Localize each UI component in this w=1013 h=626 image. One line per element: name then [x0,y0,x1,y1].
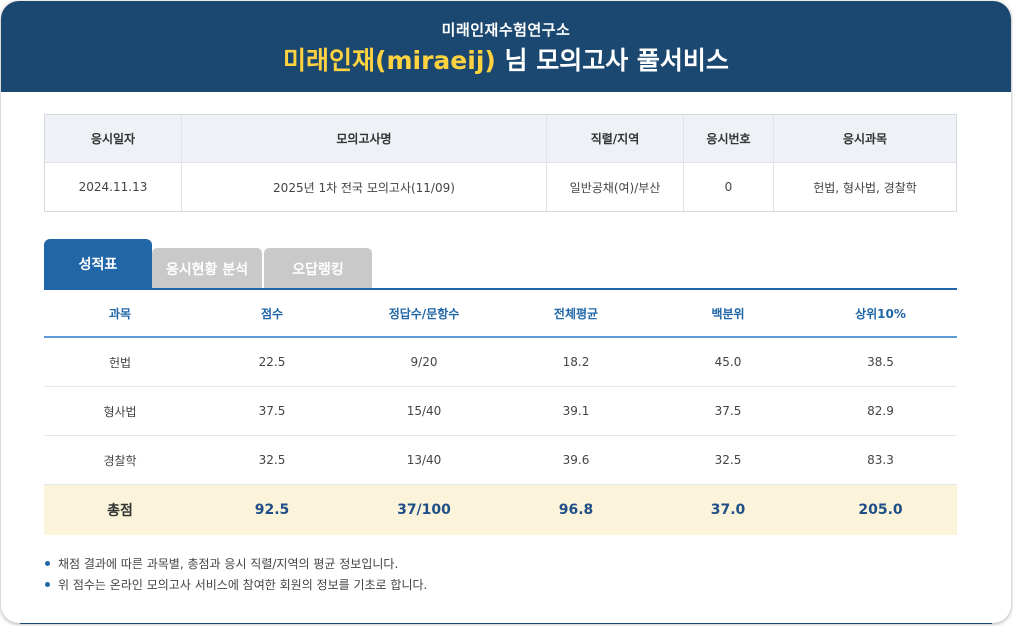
exam-info-header-row: 응시일자 모의고사명 직렬/지역 응시번호 응시과목 [45,115,956,163]
total-top-10: 205.0 [858,502,903,518]
note-text: 위 점수는 온라인 모의고사 서비스에 참여한 회원의 정보를 기초로 합니다. [58,578,428,592]
row-subject: 형사법 [103,404,137,419]
exam-date: 2024.11.13 [45,163,182,211]
header-overall-average: 전체평균 [553,306,599,321]
header-exam-number: 응시번호 [684,115,774,162]
page-header: 미래인재수험연구소 미래인재(miraeij) 님 모의고사 풀서비스 [1,1,1011,92]
row-top-10: 82.9 [867,404,894,418]
note-text: 채점 결과에 따른 과목별, 총점과 응시 직렬/지역의 평균 정보입니다. [58,557,399,571]
bottom-divider [20,623,992,624]
exam-number: 0 [684,163,774,211]
track-region: 일반공채(여)/부산 [547,163,684,211]
subjects: 헌법, 형사법, 경찰학 [813,180,917,195]
row-subject: 헌법 [108,355,132,370]
row-percentile: 37.5 [714,404,742,418]
total-score: 92.5 [254,502,290,518]
org-name: 미래인재수험연구소 [441,21,571,39]
header-percentile: 백분위 [711,306,745,321]
result-card: 미래인재수험연구소 미래인재(miraeij) 님 모의고사 풀서비스 응시일자… [1,1,1011,623]
header-top-10: 상위10% [855,306,906,321]
title-username: 미래인재(miraeij) [283,46,496,75]
header-score: 점수 [260,306,284,321]
score-header-row: 과목 점수 정답수/문항수 전체평균 백분위 상위10% [44,290,957,338]
row-correct-count: 13/40 [406,453,442,467]
note-item: 채점 결과에 따른 과목별, 총점과 응시 직렬/지역의 평균 정보입니다. [44,554,957,575]
row-overall-average: 39.6 [562,453,590,467]
row-top-10: 83.3 [867,453,894,467]
notes-list: 채점 결과에 따른 과목별, 총점과 응시 직렬/지역의 평균 정보입니다. 위… [44,554,957,596]
header-track-region: 직렬/지역 [547,115,684,162]
tab-exam-analysis[interactable]: 응시현황 분석 [152,248,262,289]
bullet-icon [45,582,50,587]
row-score: 37.5 [258,404,286,418]
header-exam-date: 응시일자 [45,115,182,162]
page-title: 미래인재(miraeij) 님 모의고사 풀서비스 [1,41,1011,77]
header-subjects: 응시과목 [842,132,888,146]
tab-scorecard[interactable]: 성적표 [44,239,152,289]
row-subject: 경찰학 [103,453,137,468]
total-percentile: 37.0 [710,502,746,518]
exam-name: 2025년 1차 전국 모의고사(11/09) [182,163,547,211]
table-row: 경찰학 32.5 13/40 39.6 32.5 83.3 [44,436,957,485]
row-score: 32.5 [258,453,286,467]
row-percentile: 32.5 [714,453,742,467]
table-row: 형사법 37.5 15/40 39.1 37.5 82.9 [44,387,957,436]
total-label: 총점 [107,503,133,519]
bullet-icon [45,561,50,566]
tab-wrong-answer-ranking[interactable]: 오답랭킹 [264,248,372,289]
header-subject: 과목 [108,306,132,321]
row-overall-average: 18.2 [562,355,590,369]
total-correct-count: 37/100 [397,502,451,518]
exam-info-table: 응시일자 모의고사명 직렬/지역 응시번호 응시과목 2024.11.13 20… [44,114,957,212]
title-service: 님 모의고사 풀서비스 [495,46,729,75]
score-table: 과목 점수 정답수/문항수 전체평균 백분위 상위10% 헌법 22.5 9/2… [44,290,957,535]
row-percentile: 45.0 [714,355,742,369]
header-correct-count: 정답수/문항수 [388,306,460,321]
row-score: 22.5 [258,355,286,369]
row-overall-average: 39.1 [562,404,590,418]
total-row: 총점 92.5 37/100 96.8 37.0 205.0 [44,485,957,535]
table-row: 헌법 22.5 9/20 18.2 45.0 38.5 [44,338,957,387]
note-item: 위 점수는 온라인 모의고사 서비스에 참여한 회원의 정보를 기초로 합니다. [44,575,957,596]
total-overall-average: 96.8 [558,502,594,518]
result-tabs: 성적표 응시현황 분석 오답랭킹 [44,239,957,291]
header-exam-name: 모의고사명 [182,115,547,162]
exam-info-value-row: 2024.11.13 2025년 1차 전국 모의고사(11/09) 일반공채(… [45,163,956,211]
row-top-10: 38.5 [867,355,894,369]
row-correct-count: 9/20 [410,355,438,369]
row-correct-count: 15/40 [406,404,442,418]
